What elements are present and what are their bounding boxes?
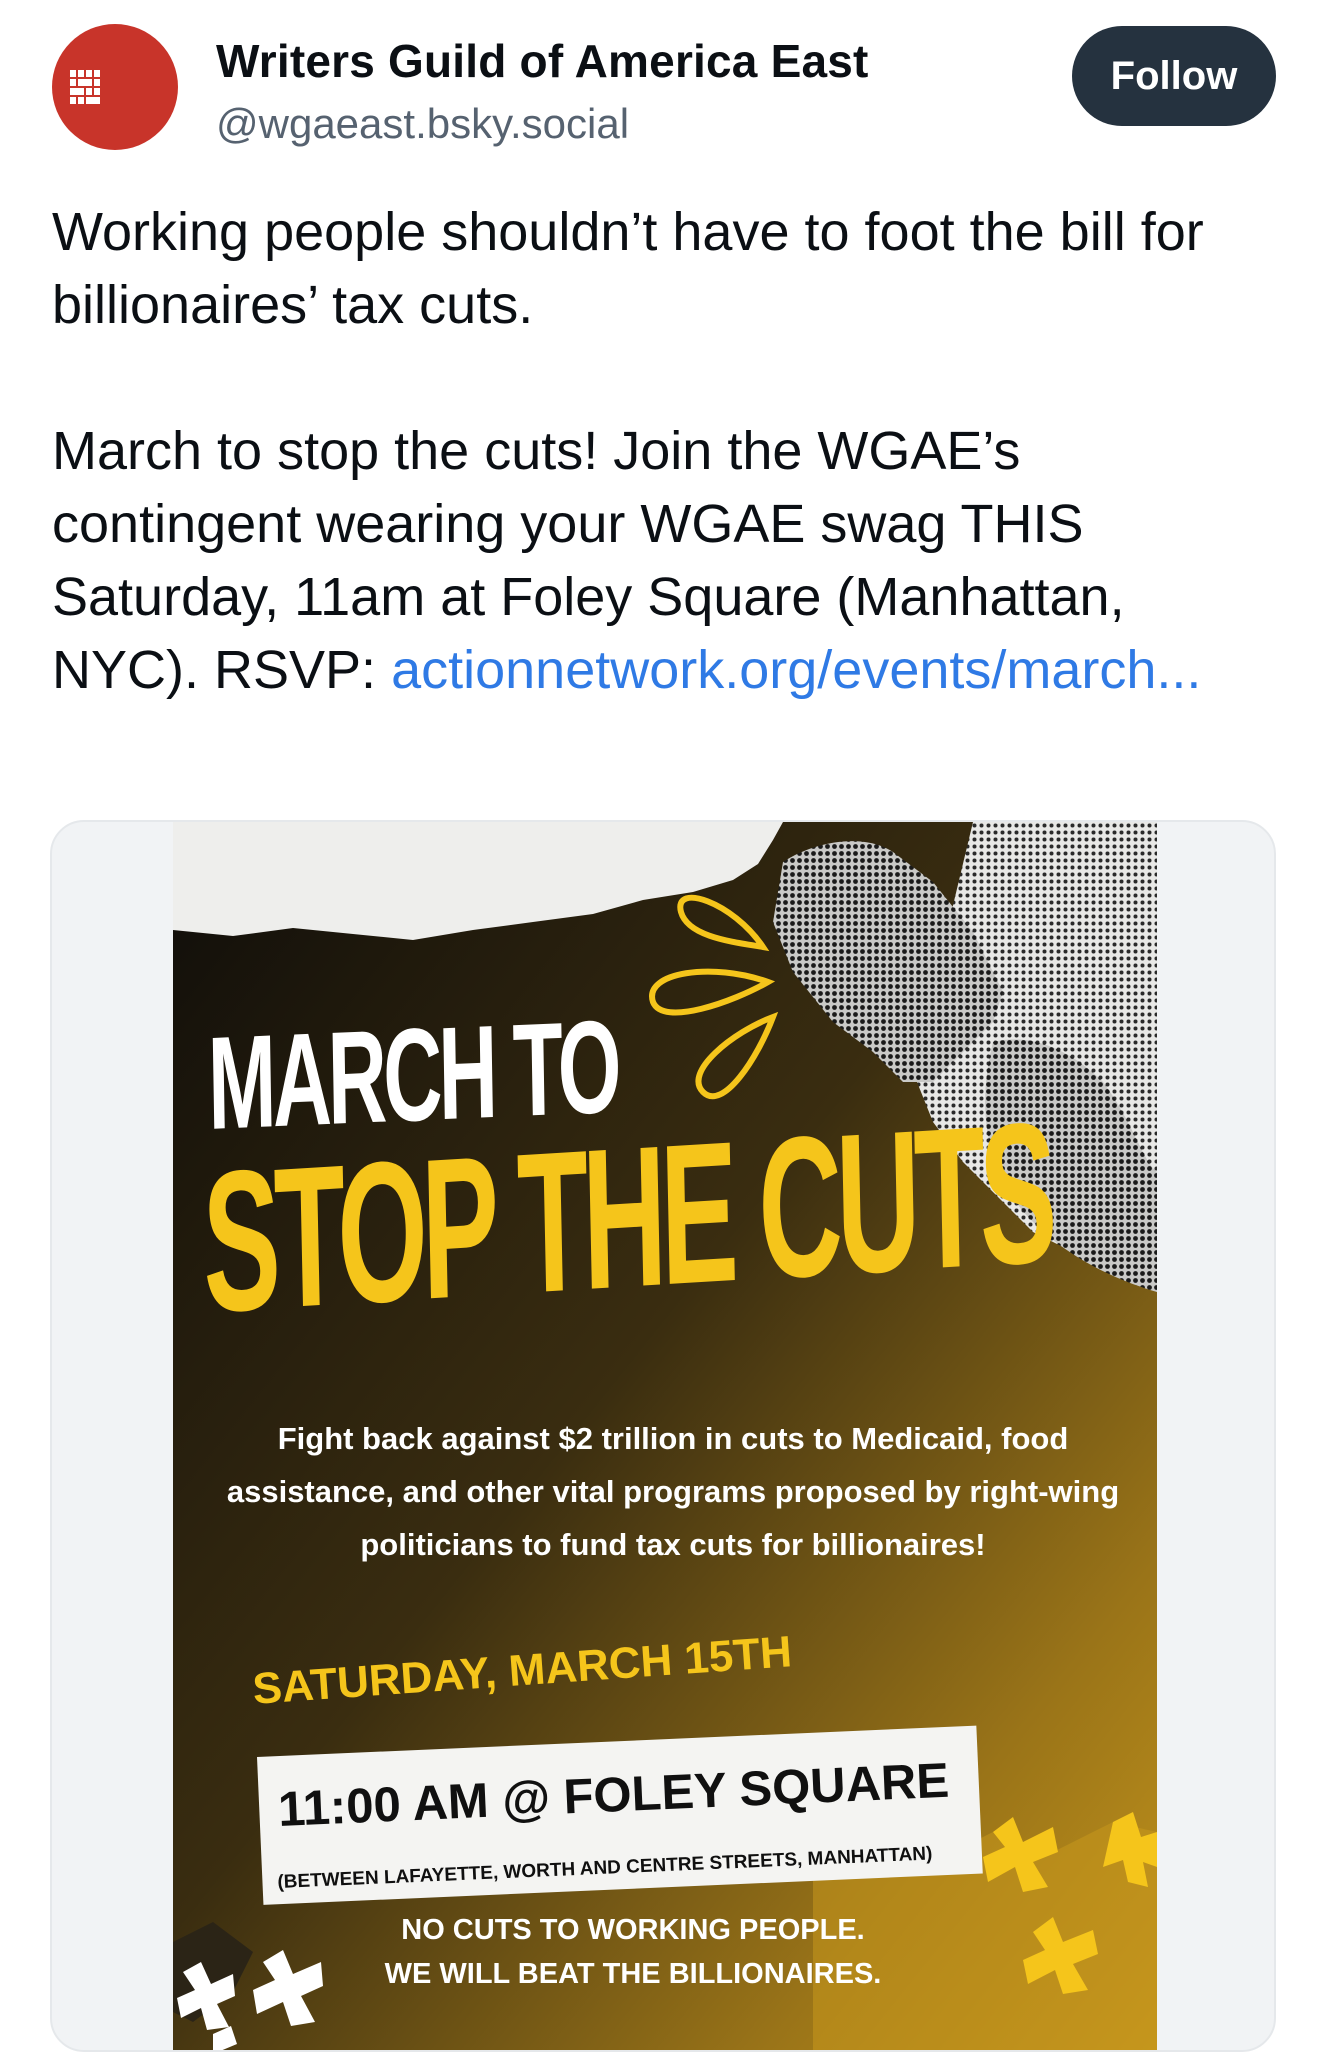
poster-body-text: Fight back against $2 trillion in cuts t… xyxy=(226,1421,1120,1562)
post-header: Writers Guild of America East @wgaeast.b… xyxy=(0,0,1320,170)
rsvp-link[interactable]: actionnetwork.org/events/march... xyxy=(391,640,1201,700)
poster-headline-line-2: STOP THE CUTS xyxy=(200,1080,1054,1355)
post-paragraph-1: Working people shouldn’t have to foot th… xyxy=(52,202,1204,335)
display-name[interactable]: Writers Guild of America East xyxy=(216,34,869,88)
wgae-logo-icon xyxy=(70,70,100,104)
post-image[interactable]: MARCH TO STOP THE CUTS Fight back agains… xyxy=(50,820,1276,2052)
march-poster: MARCH TO STOP THE CUTS Fight back agains… xyxy=(173,822,1157,2050)
follow-button[interactable]: Follow xyxy=(1072,26,1276,126)
poster-closing-line-1: NO CUTS TO WORKING PEOPLE. xyxy=(401,1914,865,1946)
post-paragraph-2: March to stop the cuts! Join the WGAE’s … xyxy=(52,415,1282,707)
post-text: Working people shouldn’t have to foot th… xyxy=(52,196,1282,707)
author-handle[interactable]: @wgaeast.bsky.social xyxy=(216,100,629,148)
poster-closing: NO CUTS TO WORKING PEOPLE. WE WILL BEAT … xyxy=(273,1908,993,1996)
poster-closing-line-2: WE WILL BEAT THE BILLIONAIRES. xyxy=(384,1958,882,1990)
avatar[interactable] xyxy=(52,24,178,150)
